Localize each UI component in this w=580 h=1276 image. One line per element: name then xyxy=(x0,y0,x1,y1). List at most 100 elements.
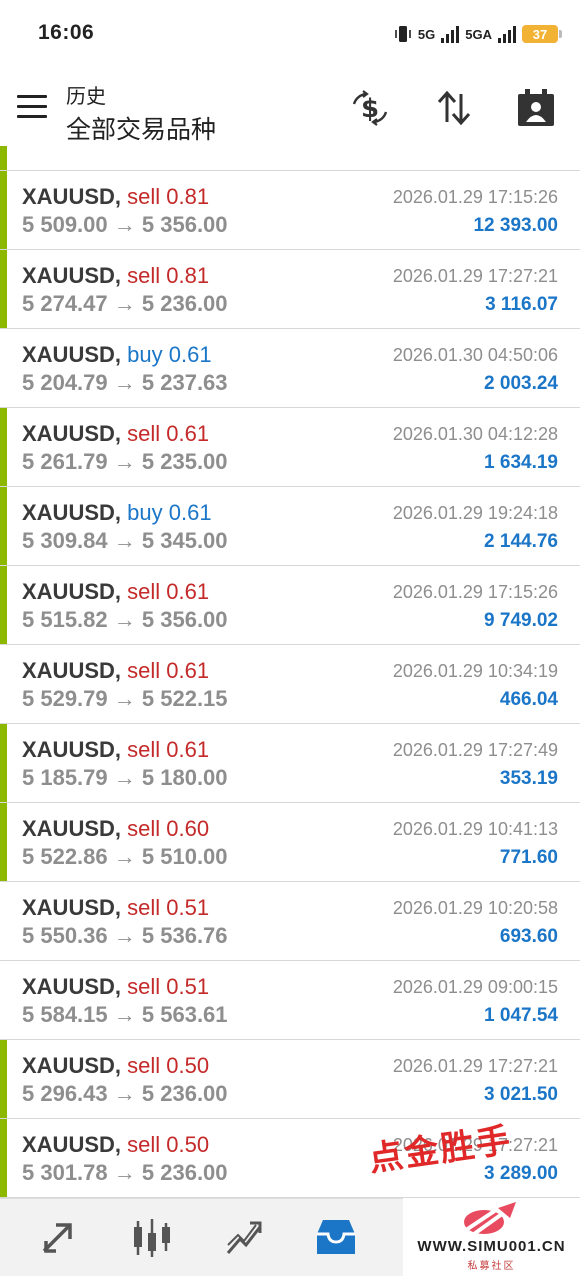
trade-time: 2026.01.29 17:27:21 xyxy=(392,266,558,286)
open-price: 5 204.79 xyxy=(22,370,108,395)
signal-icon xyxy=(441,25,460,43)
trade-prices: 5 522.86 → 5 510.00 xyxy=(22,844,228,870)
arrow-right-icon: → xyxy=(113,212,136,237)
status-icons: 5G 5GA 37 xyxy=(394,22,562,46)
trade-side: sell xyxy=(127,816,161,841)
currency-exchange-icon[interactable]: $ xyxy=(350,88,390,128)
open-price: 5 296.43 xyxy=(22,1081,108,1106)
trade-icon[interactable] xyxy=(34,1213,82,1261)
trade-profit: 466.04 xyxy=(499,689,558,710)
open-price: 5 550.36 xyxy=(22,923,108,948)
trade-title: XAUUSD, sell 0.61 xyxy=(22,579,210,604)
trade-side: sell xyxy=(127,579,161,604)
close-price: 5 345.00 xyxy=(141,528,228,553)
trade-row[interactable]: XAUUSD, sell 0.61 5 529.79 → 5 522.15 2026… xyxy=(0,645,580,724)
trade-title: XAUUSD, sell 0.51 xyxy=(22,895,210,920)
trade-row[interactable]: XAUUSD, sell 0.61 5 185.79 → 5 180.00 2026… xyxy=(0,724,580,803)
close-price: 5 237.63 xyxy=(141,370,228,395)
arrow-right-icon: → xyxy=(113,607,136,632)
trade-time: 2026.01.29 10:41:13 xyxy=(392,819,558,839)
calendar-icon[interactable] xyxy=(516,88,556,128)
trade-symbol: XAUUSD xyxy=(22,184,115,209)
trade-volume: 0.60 xyxy=(166,816,210,841)
close-price: 5 356.00 xyxy=(141,212,228,237)
watermark-brand: WWW.SIMU001.CN 私募社区 xyxy=(403,1198,580,1276)
trade-profit: 1 634.19 xyxy=(484,452,558,473)
trade-profit: 3 021.50 xyxy=(484,1084,558,1105)
app-header: 历史 全部交易品种 $ xyxy=(0,68,580,148)
arrow-right-icon: → xyxy=(113,844,136,869)
menu-icon[interactable] xyxy=(17,95,47,119)
trade-volume: 0.50 xyxy=(166,1132,210,1157)
arrow-right-icon: → xyxy=(113,528,136,553)
history-icon[interactable] xyxy=(312,1213,360,1261)
trade-time: 2026.01.29 17:27:21 xyxy=(392,1056,558,1076)
trade-volume: 0.81 xyxy=(166,184,210,209)
trade-title: XAUUSD, sell 0.60 xyxy=(22,816,210,841)
trade-profit: 2 144.76 xyxy=(484,531,558,552)
chart-icon[interactable] xyxy=(128,1213,176,1261)
trade-side: sell xyxy=(127,737,161,762)
header-title[interactable]: 全部交易品种 xyxy=(66,110,216,146)
trade-row[interactable]: XAUUSD, buy 0.61 5 309.84 → 5 345.00 2026.… xyxy=(0,487,580,566)
trade-time: 2026.01.29 17:15:26 xyxy=(392,187,558,207)
trade-side: sell xyxy=(127,421,161,446)
trade-profit: 12 393.00 xyxy=(473,215,558,236)
trade-row[interactable]: XAUUSD, sell 0.61 5 261.79 → 5 235.00 2026… xyxy=(0,408,580,487)
trade-title: XAUUSD, sell 0.81 xyxy=(22,184,210,209)
trade-row[interactable]: XAUUSD, buy 0.61 5 204.79 → 5 237.63 2026.… xyxy=(0,329,580,408)
close-price: 5 236.00 xyxy=(141,1081,228,1106)
trade-profit: 2 003.24 xyxy=(484,373,558,394)
trend-icon[interactable] xyxy=(220,1213,268,1261)
arrow-right-icon: → xyxy=(113,686,136,711)
trade-volume: 0.61 xyxy=(166,421,210,446)
close-price: 5 236.00 xyxy=(141,1160,228,1185)
trade-prices: 5 515.82 → 5 356.00 xyxy=(22,607,228,633)
trade-title: XAUUSD, sell 0.50 xyxy=(22,1132,210,1157)
row-status-bar xyxy=(0,803,7,881)
trade-prices: 5 261.79 → 5 235.00 xyxy=(22,449,228,475)
open-price: 5 509.00 xyxy=(22,212,108,237)
trade-row[interactable]: XAUUSD, sell 0.81 5 509.00 → 5 356.00 2026… xyxy=(0,171,580,250)
trade-row[interactable]: XAUUSD, sell 0.50 5 296.43 → 5 236.00 2026… xyxy=(0,1040,580,1119)
trade-side: sell xyxy=(127,1053,161,1078)
trade-side: sell xyxy=(127,184,161,209)
trade-time: 2026.01.29 17:15:26 xyxy=(392,582,558,602)
trade-row[interactable]: XAUUSD, sell 0.60 5 522.86 → 5 510.00 2026… xyxy=(0,803,580,882)
trade-row[interactable]: XAUUSD, sell 0.81 5 274.47 → 5 236.00 2026… xyxy=(0,250,580,329)
trade-prices: 5 185.79 → 5 180.00 xyxy=(22,765,228,791)
trade-volume: 0.61 xyxy=(166,737,210,762)
trade-profit: 9 749.02 xyxy=(484,610,558,631)
open-price: 5 185.79 xyxy=(22,765,108,790)
trade-profit: 353.19 xyxy=(499,768,558,789)
row-status-bar xyxy=(0,1040,7,1118)
close-price: 5 235.00 xyxy=(141,449,228,474)
trade-profit: 1 047.54 xyxy=(484,1005,558,1026)
trade-profit: 3 116.07 xyxy=(485,294,558,315)
trade-time: 2026.01.29 19:24:18 xyxy=(392,503,558,523)
trade-row[interactable]: XAUUSD, sell 0.51 5 584.15 → 5 563.61 2026… xyxy=(0,961,580,1040)
watermark-url: WWW.SIMU001.CN xyxy=(417,1238,566,1255)
trade-prices: 5 509.00 → 5 356.00 xyxy=(22,212,228,238)
trade-volume: 0.51 xyxy=(166,895,210,920)
trade-profit: 3 289.00 xyxy=(484,1163,558,1184)
arrow-right-icon: → xyxy=(113,765,136,790)
trade-symbol: XAUUSD xyxy=(22,974,115,999)
close-price: 5 563.61 xyxy=(141,1002,228,1027)
signal-icon-2 xyxy=(498,25,516,43)
trade-prices: 5 204.79 → 5 237.63 xyxy=(22,370,228,396)
network-label-2: 5GA xyxy=(465,26,492,42)
trade-time: 2026.01.29 10:20:58 xyxy=(392,898,558,918)
trade-row[interactable]: XAUUSD, sell 0.51 5 550.36 → 5 536.76 2026… xyxy=(0,882,580,961)
open-price: 5 522.86 xyxy=(22,844,108,869)
trade-volume: 0.51 xyxy=(166,974,210,999)
battery-level: 37 xyxy=(532,26,548,42)
trade-history-list[interactable]: XAUUSD, sell 0.81 5 509.00 → 5 356.00 2026… xyxy=(0,146,580,1198)
trade-row-partial[interactable] xyxy=(0,146,580,171)
sort-icon[interactable] xyxy=(434,88,474,128)
row-status-bar xyxy=(0,487,7,565)
trade-row[interactable]: XAUUSD, sell 0.61 5 515.82 → 5 356.00 2026… xyxy=(0,566,580,645)
open-price: 5 584.15 xyxy=(22,1002,108,1027)
brand-logo-icon xyxy=(464,1202,516,1236)
trade-symbol: XAUUSD xyxy=(22,263,115,288)
